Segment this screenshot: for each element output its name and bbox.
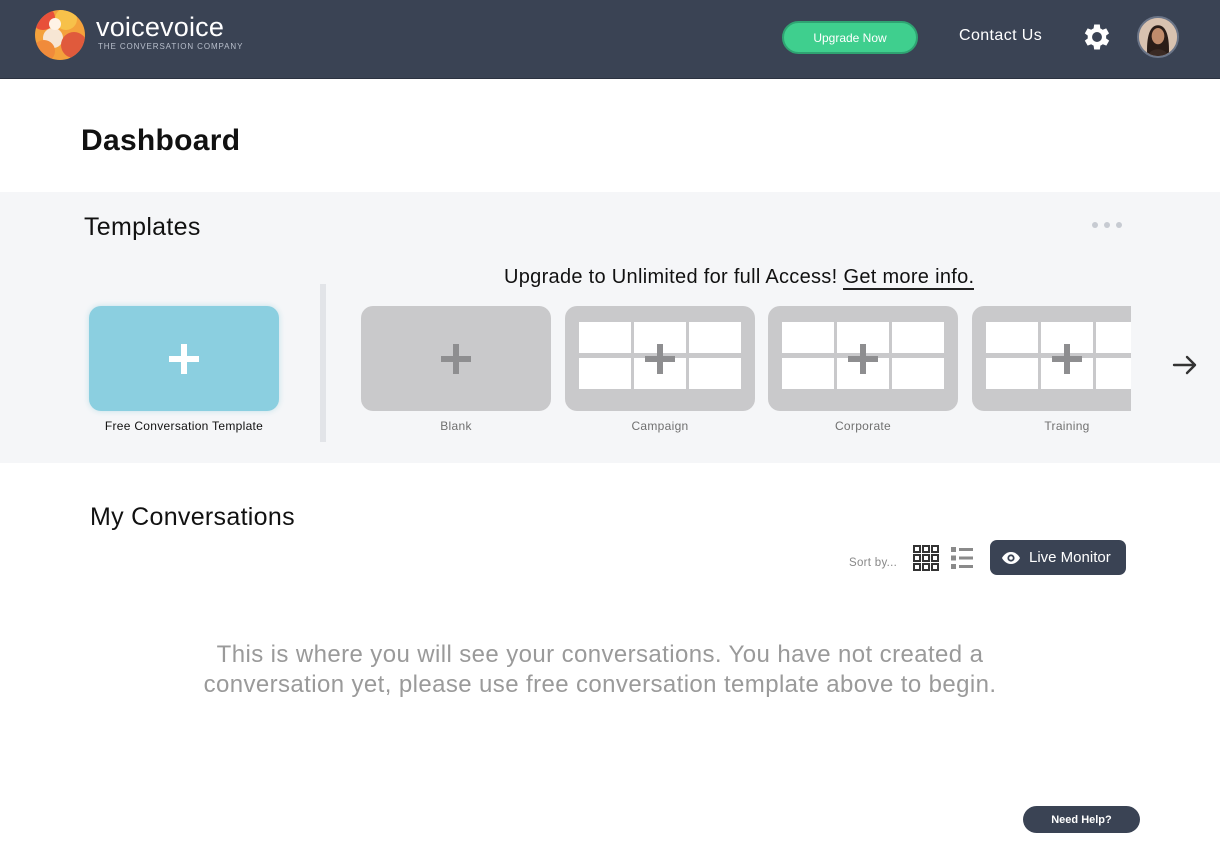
template-card-campaign[interactable] (565, 306, 755, 411)
upgrade-message: Upgrade to Unlimited for full Access! Get… (504, 266, 975, 290)
need-help-button[interactable]: Need Help? (1023, 806, 1140, 833)
top-navigation-bar: voicevoice THE CONVERSATION COMPANY Upgr… (0, 0, 1220, 79)
brand-name[interactable]: voicevoice (96, 12, 224, 42)
free-template-label: Free Conversation Template (104, 419, 264, 433)
my-conversations-heading: My Conversations (90, 503, 295, 531)
template-label-blank: Blank (440, 419, 472, 433)
get-more-info-link[interactable]: Get more info. (843, 266, 975, 290)
sort-by-dropdown[interactable]: Sort by... (849, 557, 897, 569)
divider (320, 284, 326, 442)
plus-icon (645, 343, 675, 374)
logo-icon[interactable] (35, 10, 85, 60)
plus-icon (441, 343, 471, 374)
plus-icon (169, 343, 199, 374)
empty-conversations-message: This is where you will see your conversa… (203, 641, 997, 698)
template-carousel-edge (971, 298, 1131, 423)
live-monitor-button[interactable]: Live Monitor (990, 540, 1126, 575)
upgrade-now-button[interactable]: Upgrade Now (782, 21, 918, 54)
templates-section: Templates Upgrade to Unlimited for full … (0, 192, 1220, 463)
page-title: Dashboard (81, 124, 241, 157)
templates-heading: Templates (84, 213, 201, 241)
live-monitor-label: Live Monitor (1029, 549, 1111, 566)
template-card-corporate[interactable] (768, 306, 958, 411)
template-card-training[interactable] (972, 306, 1131, 411)
template-label-campaign: Campaign (631, 419, 689, 433)
contact-us-link[interactable]: Contact Us (959, 27, 1042, 45)
more-dots-icon[interactable] (1092, 222, 1122, 228)
template-label-corporate: Corporate (834, 419, 892, 433)
brand-tagline: THE CONVERSATION COMPANY (98, 42, 244, 51)
template-card-blank[interactable] (361, 306, 551, 411)
plus-icon (1052, 343, 1082, 374)
avatar[interactable] (1137, 16, 1179, 58)
template-label-training: Training (1044, 419, 1090, 433)
free-template-card[interactable] (89, 306, 279, 411)
plus-icon (848, 343, 878, 374)
grid-view-icon[interactable] (913, 545, 939, 571)
list-view-icon[interactable] (950, 546, 974, 570)
arrow-right-icon[interactable] (1170, 350, 1200, 380)
eye-icon (1002, 551, 1020, 564)
upgrade-message-text: Upgrade to Unlimited for full Access! (504, 266, 838, 288)
gear-icon[interactable] (1080, 20, 1114, 54)
